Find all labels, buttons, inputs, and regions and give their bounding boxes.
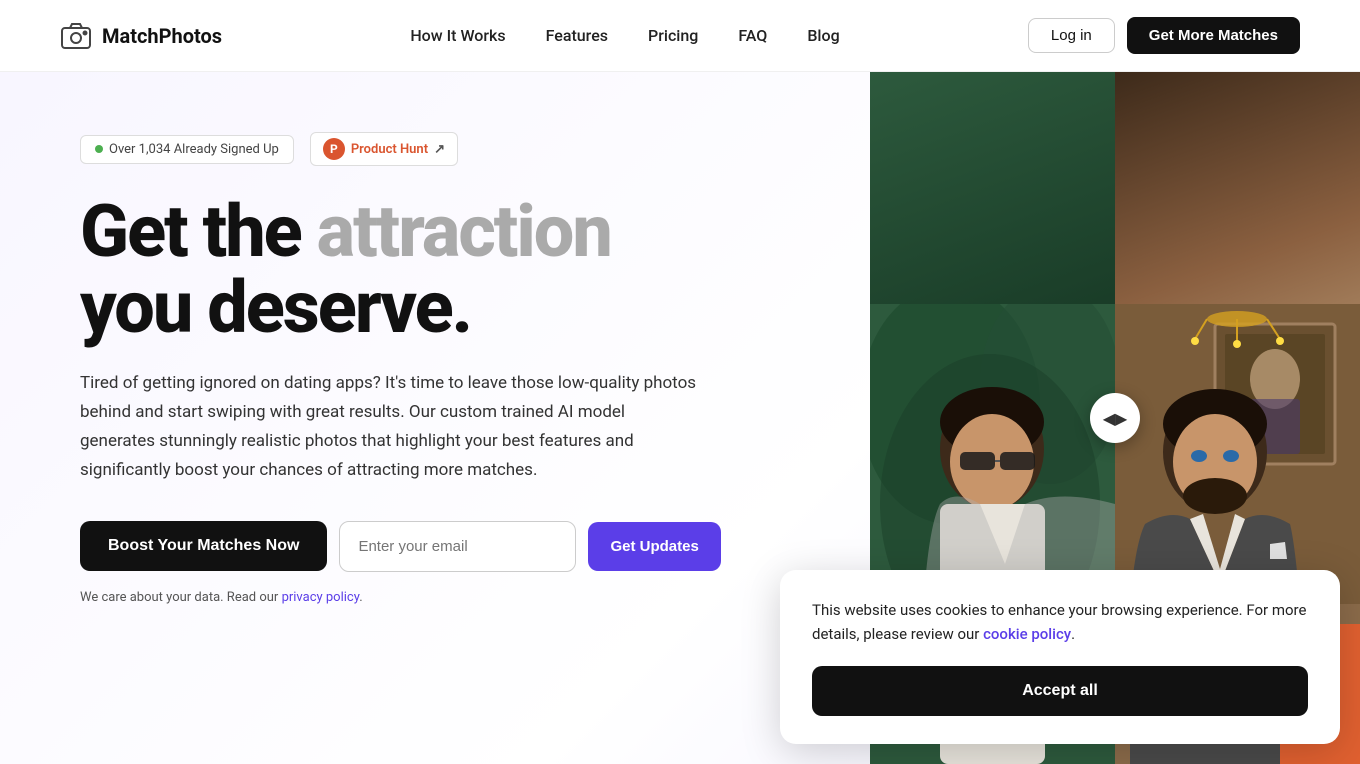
nav-links: How It Works Features Pricing FAQ Blog [410,26,839,45]
accept-cookies-button[interactable]: Accept all [812,666,1308,716]
hero-privacy: We care about your data. Read our privac… [80,590,700,605]
camera-icon [60,20,92,52]
cookie-policy-link[interactable]: cookie policy [983,625,1071,643]
privacy-text: We care about your data. Read our [80,590,282,605]
nav-how-it-works[interactable]: How It Works [410,26,505,45]
signup-count: Over 1,034 Already Signed Up [109,142,279,157]
headline-accent: attraction [317,189,611,274]
cookie-text-end: . [1071,625,1075,643]
image-slider-button[interactable]: ◀▶ [1090,393,1140,443]
green-dot [95,145,103,153]
nav-features[interactable]: Features [546,26,608,45]
hero-headline: Get the attraction you deserve. [80,194,700,345]
hero-left: Over 1,034 Already Signed Up P Product H… [0,72,760,764]
nav-actions: Log in Get More Matches [1028,17,1300,54]
privacy-end: . [359,590,362,605]
logo-text: MatchPhotos [102,24,222,48]
ph-label: Product Hunt [351,142,428,157]
email-input[interactable] [339,521,576,572]
signup-badge: Over 1,034 Already Signed Up [80,135,294,164]
get-more-matches-button[interactable]: Get More Matches [1127,17,1300,54]
headline-part1: Get the [80,189,317,274]
get-updates-button[interactable]: Get Updates [588,522,720,571]
hero-badges: Over 1,034 Already Signed Up P Product H… [80,132,700,166]
privacy-policy-link[interactable]: privacy policy [282,590,360,605]
slider-arrows-icon: ◀▶ [1103,409,1128,428]
producthunt-badge[interactable]: P Product Hunt ↗ [310,132,458,166]
ph-arrow-icon: ↗ [434,142,445,157]
login-button[interactable]: Log in [1028,18,1115,53]
cookie-banner: This website uses cookies to enhance you… [780,570,1340,744]
hero-subtext: Tired of getting ignored on dating apps?… [80,369,700,485]
ph-logo-icon: P [323,138,345,160]
navbar: MatchPhotos How It Works Features Pricin… [0,0,1360,72]
logo-link[interactable]: MatchPhotos [60,20,222,52]
nav-faq[interactable]: FAQ [738,26,767,45]
nav-pricing[interactable]: Pricing [648,26,698,45]
hero-actions: Boost Your Matches Now Get Updates [80,521,700,572]
boost-button[interactable]: Boost Your Matches Now [80,521,327,571]
headline-part2: you deserve. [80,265,471,350]
cookie-message: This website uses cookies to enhance you… [812,598,1308,646]
nav-blog[interactable]: Blog [807,26,839,45]
